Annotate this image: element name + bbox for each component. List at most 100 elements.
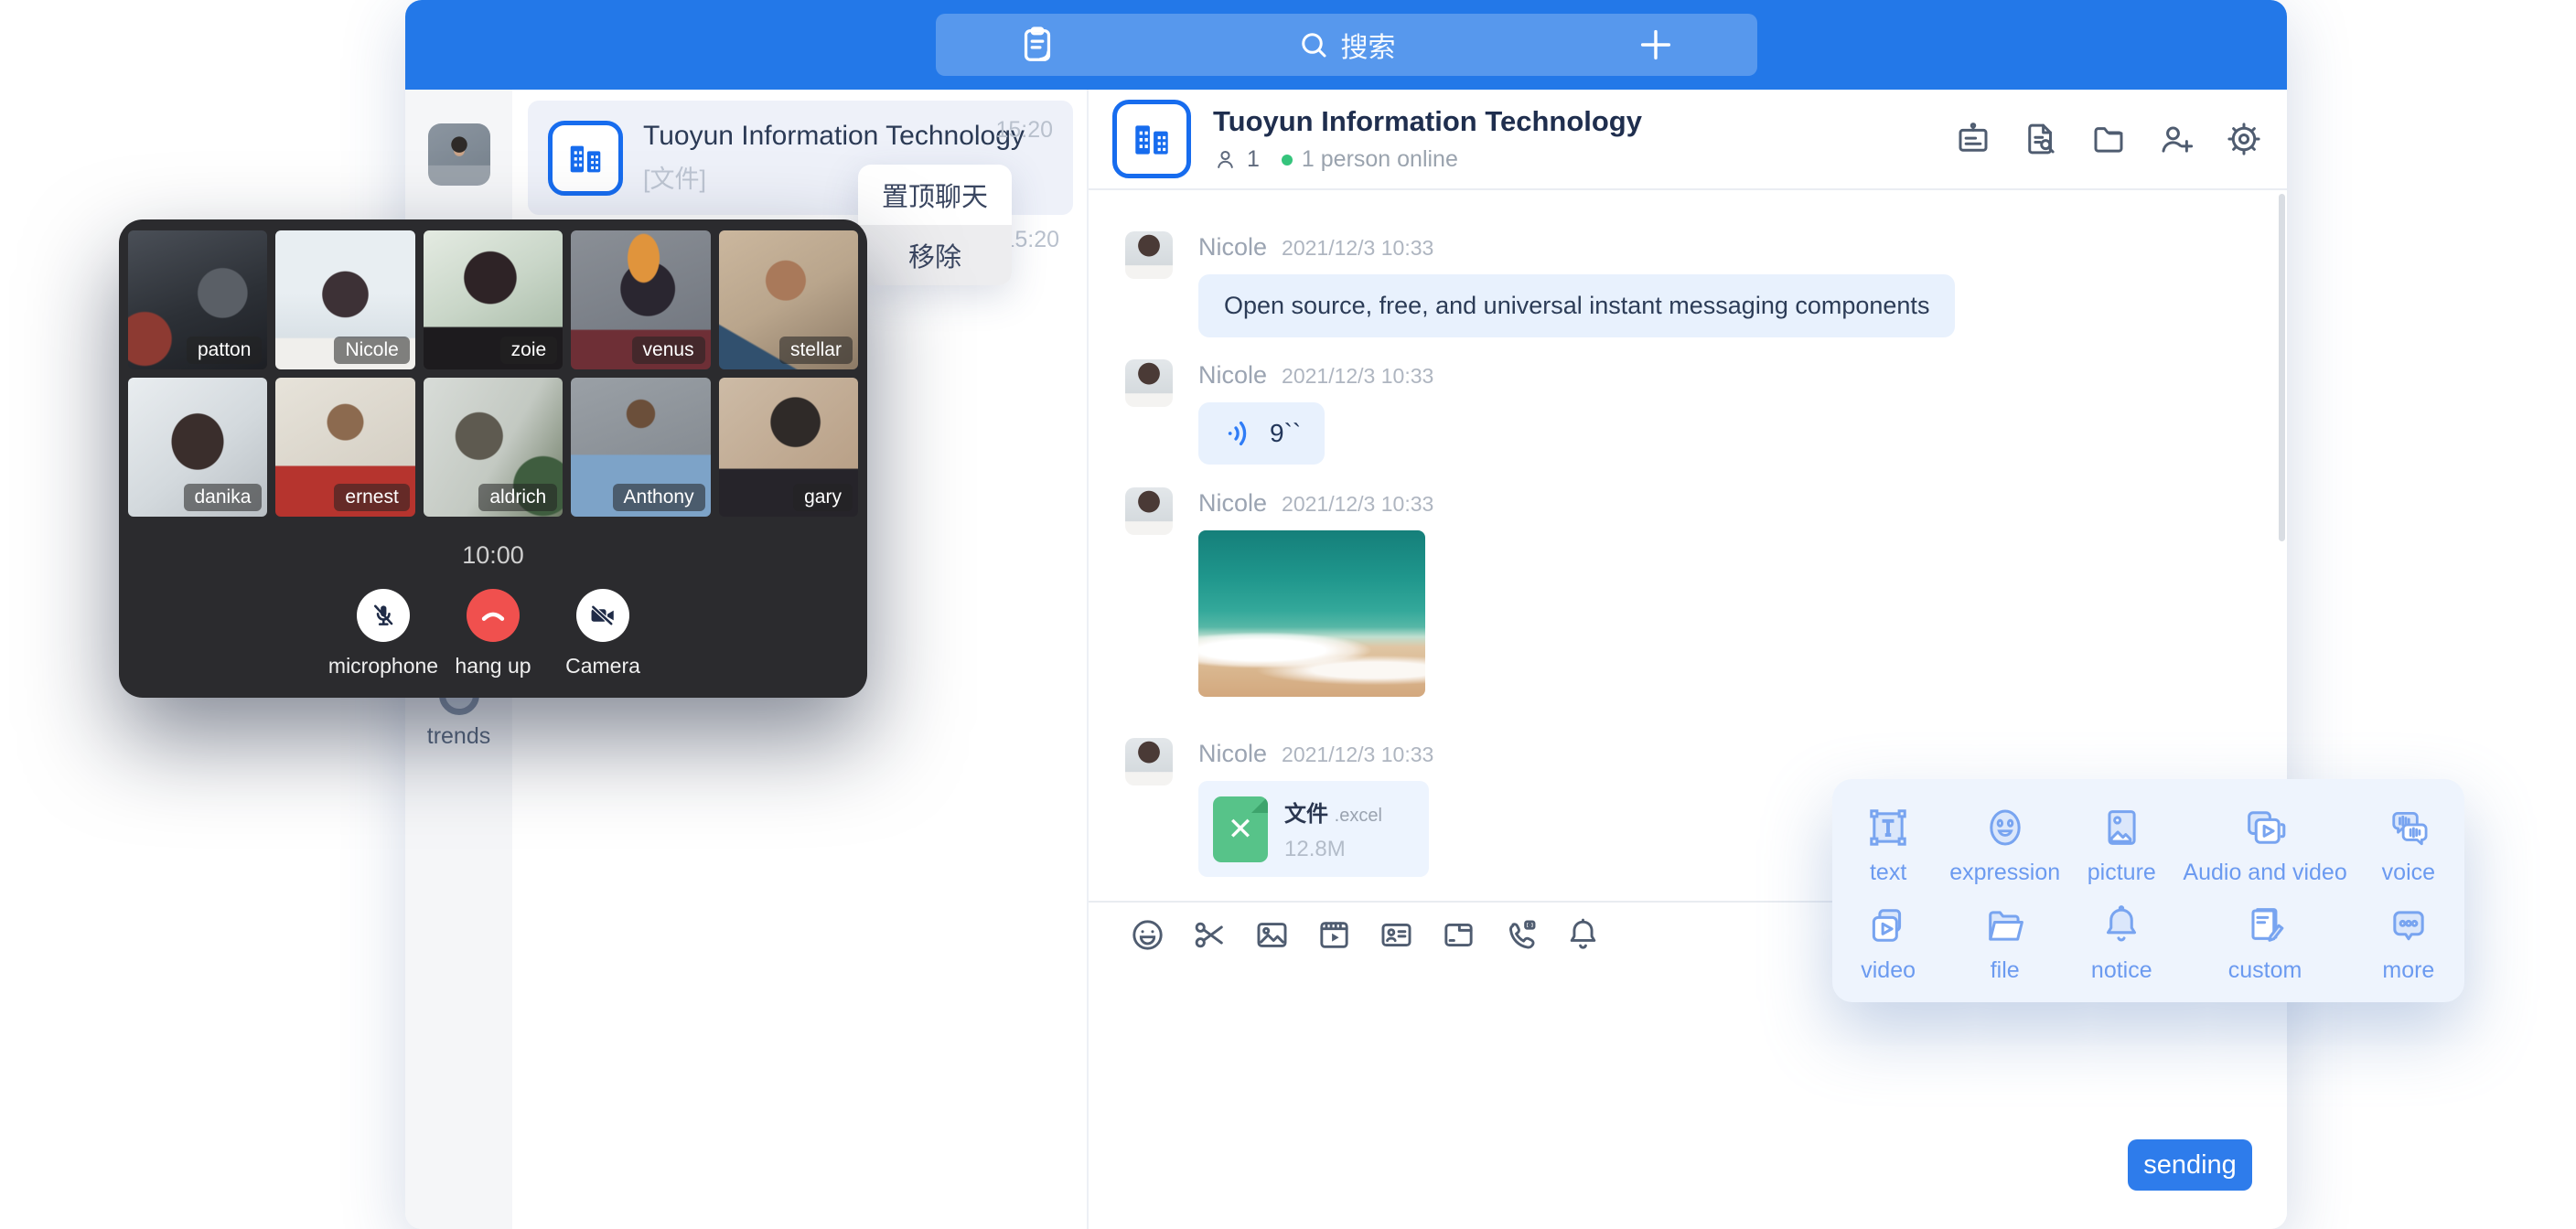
add-member-icon[interactable]: [2157, 120, 2195, 158]
participant-tile: Nicole: [275, 230, 414, 369]
sender-name: Nicole: [1198, 489, 1267, 518]
microphone-muted-icon[interactable]: [357, 589, 410, 642]
panel-item-text[interactable]: text: [1832, 796, 1944, 893]
panel-item-video[interactable]: video: [1832, 893, 1944, 991]
microphone-label: microphone: [328, 654, 438, 679]
participant-name: Nicole: [334, 337, 409, 364]
hang-up-icon[interactable]: [467, 589, 520, 642]
search-placeholder: 搜索: [1341, 25, 1396, 65]
participant-tile: stellar: [719, 230, 858, 369]
message-timestamp: 2021/12/3 10:33: [1282, 236, 1433, 261]
chat-header: Tuoyun Information Technology 1 1 person…: [1089, 90, 2287, 190]
participant-name: venus: [632, 337, 705, 364]
chat-header-texts: Tuoyun Information Technology 1 1 person…: [1213, 105, 1642, 173]
notification-icon[interactable]: [1564, 916, 1602, 954]
announcement-icon[interactable]: [1954, 120, 1992, 158]
voice-wave-icon: [1222, 416, 1257, 451]
video-call-window: patton Nicole zoie venus stellar danika …: [119, 219, 867, 698]
screenshot-icon[interactable]: [1191, 916, 1229, 954]
building-icon: [564, 137, 606, 179]
panel-item-audio-video[interactable]: Audio and video: [2177, 796, 2352, 893]
chat-panel: Tuoyun Information Technology 1 1 person…: [1089, 90, 2287, 1229]
user-avatar[interactable]: [428, 123, 490, 186]
excel-file-icon: ✕: [1213, 796, 1268, 862]
member-count: 1: [1247, 146, 1260, 173]
message-image: Nicole 2021/12/3 10:33: [1125, 487, 1433, 697]
plus-icon[interactable]: [1635, 24, 1677, 66]
hang-up-control: hang up: [438, 589, 548, 679]
participant-name: ernest: [334, 484, 409, 511]
file-folder-icon[interactable]: [1440, 916, 1477, 954]
message-timestamp: 2021/12/3 10:33: [1282, 364, 1433, 389]
call-timer: 10:00: [119, 541, 867, 570]
chat-org-avatar: [1112, 100, 1191, 178]
message-history-icon[interactable]: [1016, 24, 1058, 66]
panel-item-file[interactable]: file: [1944, 893, 2066, 991]
file-name: 文件: [1284, 802, 1328, 827]
search-bar[interactable]: 搜索: [936, 14, 1757, 76]
message-type-panel: text expression picture: [1832, 779, 2464, 1002]
document-search-icon[interactable]: [2022, 120, 2060, 158]
participant-tile: gary: [719, 378, 858, 517]
settings-icon[interactable]: [2225, 120, 2263, 158]
participant-tile: danika: [128, 378, 267, 517]
sender-avatar[interactable]: [1125, 487, 1173, 535]
member-icon: [1213, 147, 1238, 172]
panel-item-voice[interactable]: voice: [2353, 796, 2464, 893]
hang-up-label: hang up: [455, 654, 531, 679]
image-message-beach-photo[interactable]: [1198, 530, 1425, 697]
screenshot-root: 搜索 trends: [0, 0, 2576, 1229]
participant-name: patton: [187, 337, 262, 364]
participant-name: zoie: [500, 337, 558, 364]
participant-tile: zoie: [424, 230, 563, 369]
participant-tile: venus: [571, 230, 710, 369]
participant-name: gary: [793, 484, 853, 511]
contact-card-icon[interactable]: [1378, 916, 1415, 954]
panel-item-notice[interactable]: notice: [2066, 893, 2177, 991]
participant-name: stellar: [779, 337, 853, 364]
menu-item-remove[interactable]: 移除: [858, 225, 1012, 285]
sender-avatar[interactable]: [1125, 359, 1173, 407]
panel-item-expression[interactable]: expression: [1944, 796, 2066, 893]
participant-tile: Anthony: [571, 378, 710, 517]
image-icon[interactable]: [1253, 916, 1291, 954]
call-controls: microphone hang up: [119, 589, 867, 679]
file-message-card[interactable]: ✕ 文件 .excel 12.8M: [1198, 781, 1429, 877]
chat-title: Tuoyun Information Technology: [1213, 105, 1642, 138]
folder-icon[interactable]: [2089, 120, 2128, 158]
panel-item-custom[interactable]: custom: [2177, 893, 2352, 991]
video-call-icon[interactable]: [1502, 916, 1540, 954]
organization-avatar: [548, 121, 623, 196]
voice-message-bubble[interactable]: 9``: [1198, 402, 1325, 465]
search-icon: [1297, 28, 1330, 61]
participant-name: Anthony: [613, 484, 705, 511]
online-status: 1 person online: [1302, 146, 1458, 173]
text-message-bubble[interactable]: Open source, free, and universal instant…: [1198, 274, 1955, 337]
sender-name: Nicole: [1198, 233, 1267, 262]
sender-avatar[interactable]: [1125, 738, 1173, 785]
sender-avatar[interactable]: [1125, 231, 1173, 279]
voice-duration: 9``: [1270, 419, 1301, 448]
participant-tile: aldrich: [424, 378, 563, 517]
camera-control: Camera: [548, 589, 658, 679]
microphone-control: microphone: [328, 589, 438, 679]
panel-item-picture[interactable]: picture: [2066, 796, 2177, 893]
file-size: 12.8M: [1284, 837, 1382, 862]
online-dot: [1282, 155, 1293, 166]
camera-muted-icon[interactable]: [576, 589, 629, 642]
search-field[interactable]: 搜索: [1058, 25, 1635, 65]
participant-name: danika: [184, 484, 263, 511]
menu-item-pin-chat[interactable]: 置顶聊天: [858, 165, 1012, 225]
building-icon: [1129, 116, 1175, 162]
panel-item-more[interactable]: more: [2353, 893, 2464, 991]
message-file: Nicole 2021/12/3 10:33 ✕ 文件 .excel: [1125, 738, 1433, 877]
message-scrollbar[interactable]: [2279, 194, 2285, 541]
emoji-icon[interactable]: [1129, 916, 1166, 954]
conversation-context-menu: 置顶聊天 移除: [858, 165, 1012, 285]
chat-member-row: 1 1 person online: [1213, 146, 1642, 173]
top-bar: 搜索: [405, 0, 2287, 90]
send-button[interactable]: sending: [2128, 1139, 2252, 1191]
conversation-time: 15:20: [995, 117, 1053, 144]
video-clip-icon[interactable]: [1315, 916, 1353, 954]
file-extension: .excel: [1335, 806, 1382, 826]
